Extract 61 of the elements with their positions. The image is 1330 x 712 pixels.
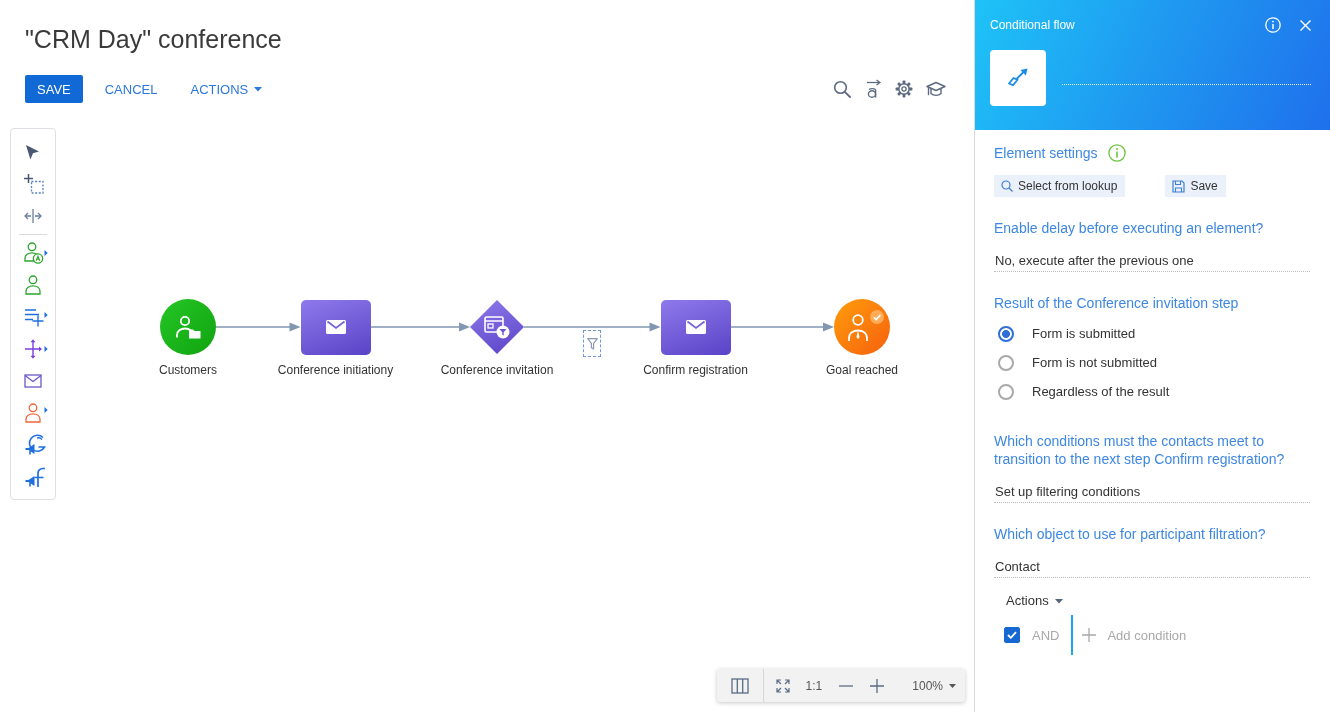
select-field[interactable]: No, execute after the previous one: [994, 250, 1310, 272]
caret-icon: [949, 683, 956, 688]
option-label[interactable]: Regardless of the result: [1032, 384, 1170, 399]
megaphone-icon[interactable]: [24, 433, 46, 457]
cross-arrows-icon[interactable]: [24, 339, 48, 359]
browser-filter-icon: [484, 315, 510, 339]
field-label: Enable delay before executing an element?: [994, 219, 1265, 237]
option-label[interactable]: Form is submitted: [1032, 326, 1136, 341]
plus-icon[interactable]: [870, 678, 885, 693]
radio-button[interactable]: [998, 383, 1014, 400]
person-badge-icon[interactable]: [24, 242, 48, 264]
lookup-button[interactable]: Select from lookup: [994, 175, 1126, 197]
dropdown-button[interactable]: ACTIONS: [190, 75, 263, 103]
field-label: Which object to use for participant filtration?: [994, 525, 1267, 543]
save-button[interactable]: Save: [1165, 175, 1226, 197]
select-field[interactable]: Set up filtering conditions: [994, 481, 1310, 503]
envelope-icon[interactable]: [24, 374, 42, 388]
panel-title: Conditional flow: [990, 18, 1075, 32]
primary-button[interactable]: SAVE: [25, 75, 83, 103]
fit-screen-icon[interactable]: [775, 678, 790, 693]
floppy-disk-icon: [1172, 179, 1186, 193]
letter-arrow-icon[interactable]: [864, 79, 882, 99]
filter-icon[interactable]: [583, 330, 602, 357]
option-label[interactable]: Form is not submitted: [1032, 355, 1157, 370]
settings-icon[interactable]: [895, 80, 913, 98]
actual-size-button[interactable]: 1:1: [805, 678, 823, 693]
list-plus-icon[interactable]: [24, 307, 48, 327]
cursor-icon[interactable]: [24, 144, 40, 160]
search-icon: [1001, 180, 1013, 192]
envelope-icon: [684, 319, 707, 335]
envelope-icon: [324, 319, 347, 335]
page-title: "CRM Day" conference: [25, 24, 282, 55]
select-field[interactable]: Contact: [994, 556, 1310, 578]
field-label: Which conditions must the contacts meet to transition to the next step Confirm registration?: [994, 432, 1286, 468]
node-label: Conference invitation: [440, 362, 554, 378]
radio-button[interactable]: [998, 325, 1014, 342]
node-label: Confirm registration: [643, 362, 748, 378]
caret-icon: [254, 86, 263, 92]
node-label: Goal reached: [826, 362, 898, 378]
text-button[interactable]: CANCEL: [104, 75, 158, 103]
split-arrows-icon[interactable]: [24, 208, 42, 224]
megaphone-icon[interactable]: [24, 465, 46, 489]
radio-button[interactable]: [998, 354, 1014, 371]
close-icon[interactable]: [1300, 19, 1311, 31]
node-label: Customers: [159, 362, 217, 378]
person-icon[interactable]: [24, 275, 42, 295]
dashed-selection-icon[interactable]: [24, 174, 44, 194]
map-icon[interactable]: [730, 677, 749, 694]
field-label: Result of the Conference invitation step: [994, 294, 1240, 312]
caret-icon: [1054, 598, 1063, 604]
plus-icon: [1082, 628, 1097, 642]
check-icon: [1007, 631, 1017, 639]
section-heading: Element settings: [994, 144, 1098, 163]
graduation-cap-icon[interactable]: [926, 80, 946, 98]
node-label: Conference initiationy: [277, 362, 394, 378]
person-folder-icon: [175, 315, 201, 339]
actions-dropdown[interactable]: Actions: [1006, 592, 1063, 610]
search-icon[interactable]: [833, 80, 851, 98]
person-icon[interactable]: [24, 403, 48, 423]
checkbox[interactable]: [1004, 627, 1020, 643]
zoom-dropdown[interactable]: 100%: [912, 678, 956, 693]
